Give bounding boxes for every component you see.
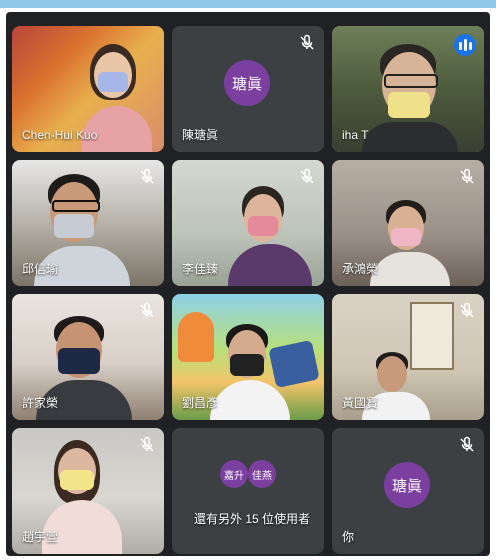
mic-off-icon xyxy=(140,436,154,452)
participant-name: iha T xyxy=(342,128,369,142)
self-tile[interactable]: 瑭眞 你 xyxy=(332,428,484,554)
participant-name: 邱信瑜 xyxy=(22,262,59,276)
participant-figure xyxy=(370,200,452,286)
screenshot-frame: Chen-Hui Kuo 瑭眞 陳瑭眞 iha T 邱信瑜 李佳臻 承鴻榮 許家… xyxy=(0,0,496,560)
participant-name: Chen-Hui Kuo xyxy=(22,128,98,142)
avatar: 瑭眞 xyxy=(384,462,430,508)
participant-figure xyxy=(210,324,290,420)
participant-tile-xu-jia-rong[interactable]: 許家榮 xyxy=(12,294,164,420)
participant-tile-liu-chang-yan[interactable]: 劉昌彥 xyxy=(172,294,324,420)
avatar-others-1: 嘉升 xyxy=(220,460,248,488)
others-count-label: 還有另外 15 位使用者 xyxy=(194,512,311,526)
mic-off-icon xyxy=(300,168,314,184)
top-strip xyxy=(0,0,496,8)
participant-tile-huang-guo-bao[interactable]: 黃國寶 xyxy=(332,294,484,420)
avatar-others-2: 佳燕 xyxy=(248,460,276,488)
mic-off-icon xyxy=(140,302,154,318)
participant-tile-chen-hui-kuo[interactable]: Chen-Hui Kuo xyxy=(12,26,164,152)
participant-tile-iha-t[interactable]: iha T xyxy=(332,26,484,152)
participant-tile-cheng-hong-rong[interactable]: 承鴻榮 xyxy=(332,160,484,286)
others-tile[interactable]: 嘉升 佳燕 還有另外 15 位使用者 xyxy=(172,428,324,554)
participant-figure xyxy=(228,180,314,286)
mic-off-icon xyxy=(300,34,314,50)
mic-off-icon xyxy=(460,168,474,184)
participant-figure xyxy=(362,44,462,152)
participant-name: 承鴻榮 xyxy=(342,262,379,276)
avatar: 瑭眞 xyxy=(224,60,270,106)
participant-name: 黃國寶 xyxy=(342,396,379,410)
participant-name: 你 xyxy=(342,530,355,544)
participant-name: 許家榮 xyxy=(22,396,59,410)
participant-name: 趙宇萱 xyxy=(22,530,59,544)
participant-tile-zhao-yu-xuan[interactable]: 趙宇萱 xyxy=(12,428,164,554)
participant-name: 陳瑭眞 xyxy=(182,128,219,142)
mic-off-icon xyxy=(460,436,474,452)
meeting-grid: Chen-Hui Kuo 瑭眞 陳瑭眞 iha T 邱信瑜 李佳臻 承鴻榮 許家… xyxy=(6,12,490,556)
mic-off-icon xyxy=(140,168,154,184)
participant-name: 李佳臻 xyxy=(182,262,219,276)
participant-name: 劉昌彥 xyxy=(182,396,219,410)
cartoon-character xyxy=(178,312,214,362)
participant-tile-chen-tang-zhen[interactable]: 瑭眞 陳瑭眞 xyxy=(172,26,324,152)
participant-tile-qiu-xin-yu[interactable]: 邱信瑜 xyxy=(12,160,164,286)
audio-level-icon xyxy=(454,34,476,56)
participant-tile-li-jia-zhen[interactable]: 李佳臻 xyxy=(172,160,324,286)
mic-off-icon xyxy=(460,302,474,318)
